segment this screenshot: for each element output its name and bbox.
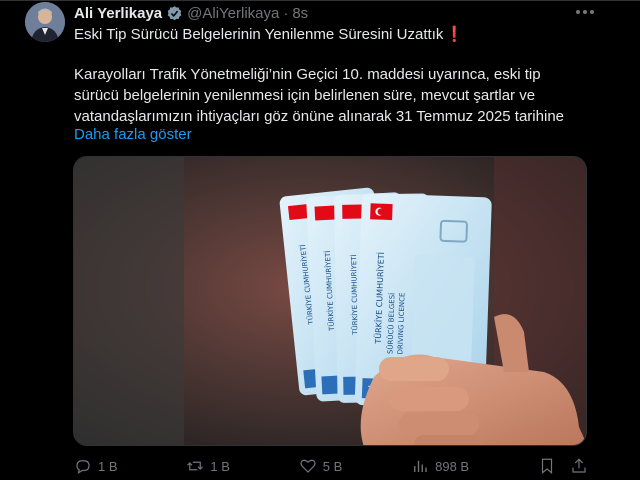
avatar[interactable] <box>25 2 65 42</box>
retweet-count: 1 B <box>210 458 230 474</box>
tweet-body-line: Karayolları Trafik Yönetmeliği’nin Geçic… <box>74 66 541 83</box>
separator-dot: · <box>283 4 289 22</box>
views-count: 898 B <box>435 458 470 474</box>
right-actions <box>538 457 588 475</box>
author-handle[interactable]: @AliYerlikaya <box>187 5 279 22</box>
reply-icon <box>76 460 90 475</box>
views-icon <box>414 460 427 472</box>
action-bar: 1 B 1 B 5 B 898 B <box>74 456 588 476</box>
avatar-image <box>25 2 65 42</box>
tweet-image[interactable]: TÜRKİYE CUMHURİYETİ TÜRKİYE CUMHURİYETİ … <box>73 156 587 446</box>
divider <box>0 0 640 1</box>
exclamation-icon: ❗ <box>445 26 465 43</box>
show-more-link[interactable]: Daha fazla göster <box>74 125 192 145</box>
share-icon <box>572 458 586 473</box>
retweet-icon <box>187 461 204 471</box>
tweet-title: Eski Tip Sürücü Belgelerinin Yenilenme S… <box>74 25 464 45</box>
heart-icon <box>300 459 316 473</box>
author-name[interactable]: Ali Yerlikaya <box>74 5 162 22</box>
like-count: 5 B <box>322 458 343 474</box>
views-button[interactable]: 898 B <box>411 457 469 475</box>
reply-button[interactable]: 1 B <box>74 457 118 475</box>
retweet-button[interactable]: 1 B <box>186 457 230 475</box>
bookmark-button[interactable] <box>538 457 556 475</box>
share-button[interactable] <box>570 457 588 475</box>
driving-licence-photo: TÜRKİYE CUMHURİYETİ TÜRKİYE CUMHURİYETİ … <box>74 157 586 445</box>
verified-badge-icon <box>166 5 183 22</box>
timestamp[interactable]: 8s <box>292 5 308 22</box>
tweet-body-line: sürücü belgelerinin yenilenmesi için bel… <box>74 87 536 104</box>
more-options-icon[interactable] <box>570 3 600 21</box>
tweet-title-text: Eski Tip Sürücü Belgelerinin Yenilenme S… <box>74 26 444 43</box>
reply-count: 1 B <box>98 458 118 474</box>
tweet-header: Ali Yerlikaya @AliYerlikaya · 8s <box>74 3 308 23</box>
like-button[interactable]: 5 B <box>299 457 343 475</box>
bookmark-icon <box>541 458 553 475</box>
tweet-body: Karayolları Trafik Yönetmeliği’nin Geçic… <box>74 64 594 127</box>
tweet-body-line: vatandaşlarımızın ihtiyaçları göz önüne … <box>74 108 564 125</box>
